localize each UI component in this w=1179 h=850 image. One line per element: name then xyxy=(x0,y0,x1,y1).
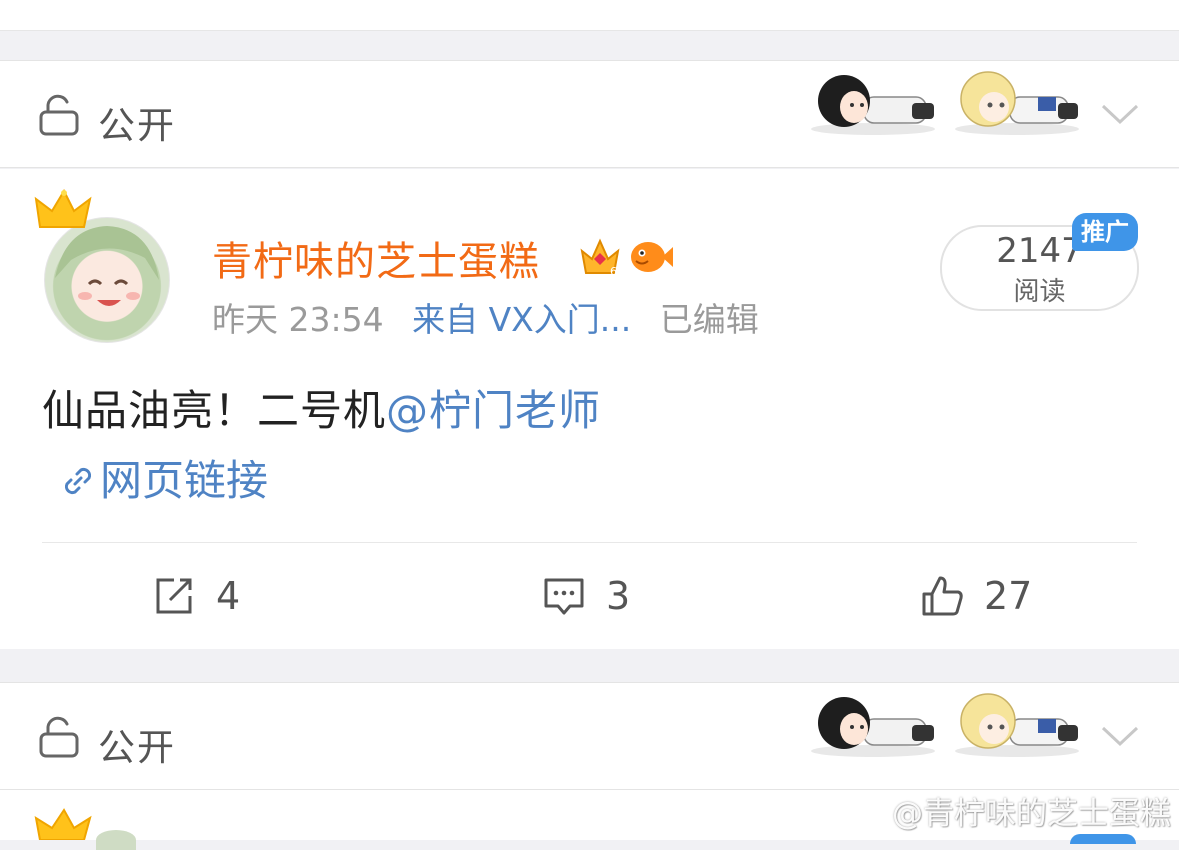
previous-post-bottom xyxy=(0,0,1179,31)
chibi-sticker-dark-hair xyxy=(811,75,935,135)
comment-button[interactable]: 3 xyxy=(542,569,630,623)
link-icon xyxy=(64,467,92,495)
chevron-down-icon[interactable] xyxy=(1100,723,1140,749)
post-time: 昨天 23:54 xyxy=(212,300,384,339)
like-count: 27 xyxy=(984,574,1033,618)
post-meta: 昨天 23:54 来自 VX入门... 已编辑 xyxy=(212,293,777,341)
mention-link[interactable]: @柠门老师 xyxy=(386,386,601,435)
chibi-sticker-blonde-hair xyxy=(955,693,1079,757)
crown-icon xyxy=(34,808,92,840)
avatar[interactable] xyxy=(96,830,136,850)
avatar-image xyxy=(44,217,170,343)
like-icon xyxy=(922,576,963,616)
repost-icon xyxy=(156,578,192,614)
lock-open-icon xyxy=(39,716,79,758)
chevron-down-icon[interactable] xyxy=(1100,101,1140,127)
crown-icon xyxy=(34,189,92,228)
watermark: @青柠味的芝士蛋糕 xyxy=(848,790,1171,832)
chibi-sticker-dark-hair xyxy=(811,697,935,757)
visibility-label: 公开 xyxy=(98,726,176,769)
comment-count: 3 xyxy=(606,574,631,618)
edited-label[interactable]: 已编辑 xyxy=(660,300,759,339)
comment-icon xyxy=(544,578,584,615)
weibo-logo-icon xyxy=(848,795,890,827)
chibi-sticker-blonde-hair xyxy=(955,71,1079,135)
username[interactable]: 青柠味的芝士蛋糕 xyxy=(212,229,540,287)
svg-text:6: 6 xyxy=(610,265,617,278)
divider xyxy=(42,542,1137,543)
visibility-bar[interactable]: 公开 xyxy=(0,682,1179,790)
promo-tag[interactable] xyxy=(1070,834,1136,844)
watermark-text: @青柠味的芝士蛋糕 xyxy=(892,795,1171,832)
post-text: 仙品油亮！二号机 xyxy=(42,386,387,435)
vip-crown-badge-icon[interactable]: 6 xyxy=(578,235,622,279)
visibility-bar[interactable]: 公开 xyxy=(0,60,1179,168)
post-source[interactable]: 来自 VX入门... xyxy=(412,300,631,339)
post-content: 仙品油亮！二号机@柠门老师 xyxy=(42,377,601,438)
post-card: 青柠味的芝士蛋糕 6 昨天 23:54 来自 VX入门... 已编辑 2147 … xyxy=(0,169,1179,649)
promo-tag[interactable]: 推广 xyxy=(1072,213,1138,251)
read-label: 阅读 xyxy=(1013,277,1066,307)
web-link-label: 网页链接 xyxy=(100,456,269,505)
web-link[interactable]: 网页链接 xyxy=(60,447,268,508)
repost-count: 4 xyxy=(216,574,241,618)
avatar[interactable] xyxy=(34,189,174,343)
repost-button[interactable]: 4 xyxy=(152,569,240,623)
lock-open-icon xyxy=(39,94,79,136)
fish-badge-icon[interactable] xyxy=(628,235,674,279)
like-button[interactable]: 27 xyxy=(920,569,1032,623)
visibility-label: 公开 xyxy=(98,104,176,147)
